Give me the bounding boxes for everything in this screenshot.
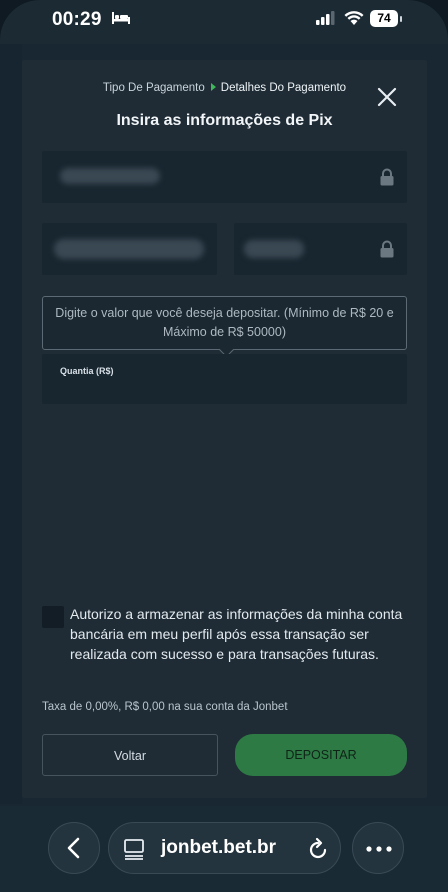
masked-value	[54, 239, 204, 259]
masked-value	[244, 240, 304, 258]
clock: 00:29	[52, 9, 102, 30]
lock-icon	[380, 240, 394, 258]
modal-title: Insira as informações de Pix	[116, 112, 333, 129]
close-icon[interactable]	[376, 86, 398, 108]
more-icon	[366, 846, 392, 852]
page-icon	[124, 839, 144, 860]
locked-name-field	[42, 151, 407, 203]
amount-input[interactable]: Quantia (R$)	[42, 354, 407, 404]
back-button[interactable]: Voltar	[42, 734, 218, 776]
lock-icon	[380, 168, 394, 186]
sleep-mode-icon	[112, 12, 130, 24]
address-bar[interactable]: jonbet.bet.br	[108, 822, 341, 874]
consent-checkbox[interactable]	[42, 606, 64, 628]
chevron-left-icon	[67, 837, 80, 859]
locked-pix-key-field	[234, 223, 407, 275]
browser-toolbar: jonbet.bet.br	[0, 806, 448, 892]
masked-value	[60, 168, 160, 184]
cellular-signal-icon	[316, 11, 335, 25]
consent-text: Autorizo a armazenar as informações da m…	[70, 606, 403, 662]
pix-payment-modal: Tipo De Pagamento Detalhes Do Pagamento I…	[22, 60, 427, 798]
status-bar: 00:29 74	[0, 0, 448, 44]
breadcrumb: Tipo De Pagamento Detalhes Do Pagamento	[22, 82, 427, 94]
breadcrumb-step-payment-details: Detalhes Do Pagamento	[220, 82, 347, 94]
more-options-button[interactable]	[352, 822, 404, 874]
breadcrumb-step-payment-type[interactable]: Tipo De Pagamento	[103, 82, 205, 94]
fee-info: Taxa de 0,00%, R$ 0,00 na sua conta da J…	[42, 701, 288, 713]
url-text: jonbet.bet.br	[161, 837, 277, 858]
reload-icon[interactable]	[307, 837, 329, 861]
wifi-icon	[344, 11, 364, 25]
amount-label: Quantia (R$)	[60, 366, 114, 376]
amount-tooltip: Digite o valor que você deseja depositar…	[42, 296, 407, 350]
locked-key-type-field	[42, 223, 217, 275]
back-nav-button[interactable]	[48, 822, 100, 874]
breadcrumb-arrow-icon	[210, 83, 216, 92]
battery-indicator: 74	[370, 10, 402, 27]
deposit-button[interactable]: DEPOSITAR	[235, 734, 407, 776]
